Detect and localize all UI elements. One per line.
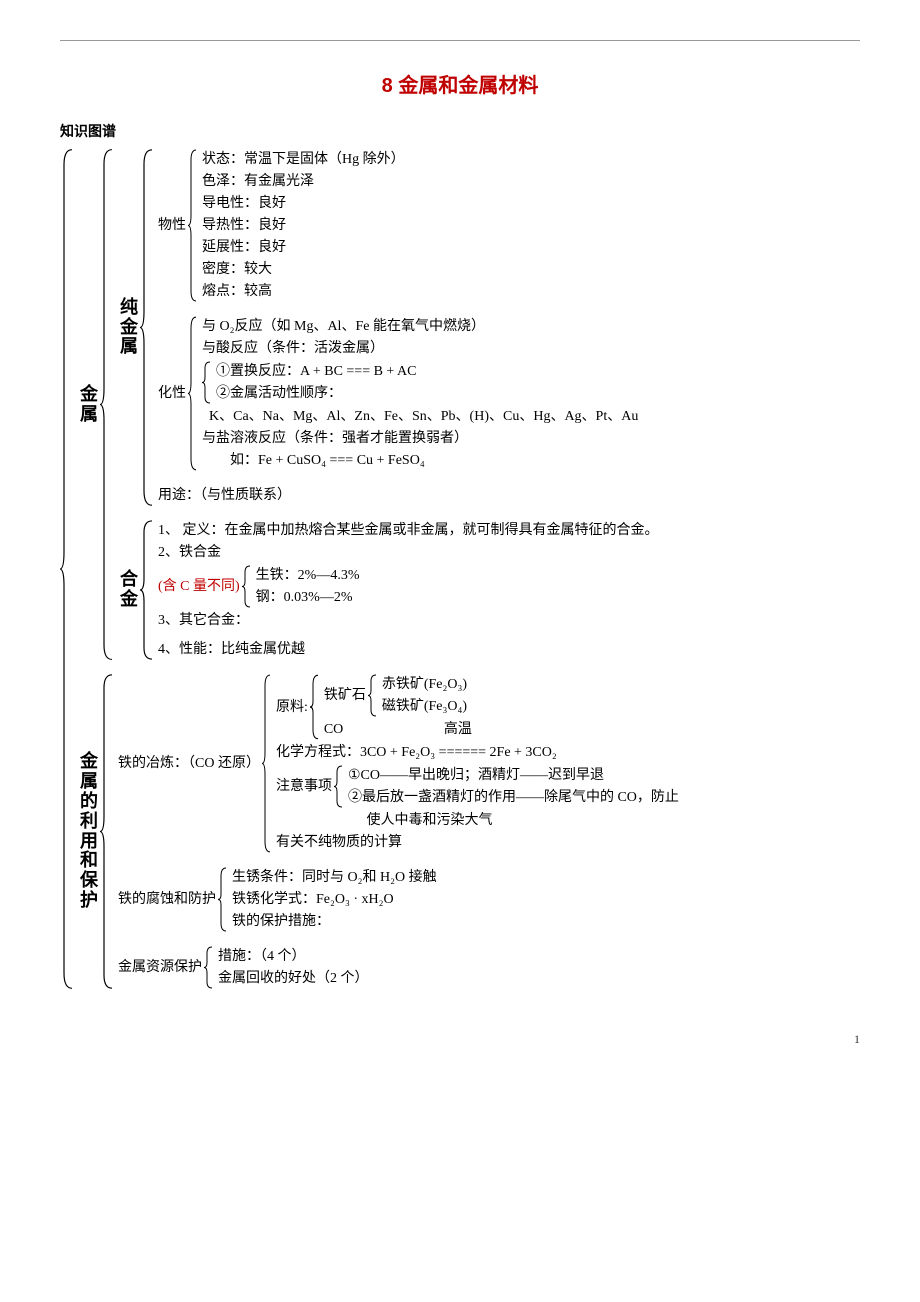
- resource-label: 金属资源保护: [118, 945, 204, 990]
- alloy-label: 合金: [118, 519, 140, 661]
- phys-brace: [188, 148, 198, 303]
- note1: ①CO——早出晚归；酒精灯——迟到早退: [348, 765, 860, 786]
- alloy-row: 合金 1、 定义：在金属中加热熔合某些金属或非金属，就可制得具有金属特征的合金。…: [118, 519, 860, 661]
- raw-row: 原料: 铁矿石: [276, 673, 860, 741]
- root-row: 金属 纯金属 物性: [60, 148, 860, 990]
- metal-label: 金属: [78, 148, 100, 661]
- alloy-iron-label: 2、铁合金: [158, 542, 860, 563]
- ore-label: 铁矿石: [324, 673, 368, 718]
- smelt-label: 铁的冶炼：（CO 还原）: [118, 673, 262, 854]
- chem-label: 化性: [158, 315, 188, 472]
- phys-item: 导电性：良好: [202, 193, 860, 214]
- alloy-steel: 钢：0.03%—2%: [256, 587, 860, 608]
- corrosion-label: 铁的腐蚀和防护: [118, 866, 218, 933]
- phys-item: 色泽：有金属光泽: [202, 171, 860, 192]
- pure-metal-label: 纯金属: [118, 148, 140, 507]
- ore1: 赤铁矿(Fe₂O₃): [382, 674, 860, 695]
- note-brace: [334, 764, 344, 809]
- pure-metal-row: 纯金属 物性 状态：常温下是固体（Hg 除外）: [118, 148, 860, 507]
- corr-formula: 铁锈化学式：Fe₂O₃ · xH₂O: [232, 889, 860, 910]
- res-recycle: 金属回收的好处（2 个）: [218, 968, 860, 989]
- chem-row: 化性 与 O₂反应（如 Mg、Al、Fe 能在氧气中燃烧） 与酸反应（条件：活泼…: [158, 315, 860, 472]
- pure-metal-brace: [140, 148, 154, 507]
- alloy-c-note: (含 C 量不同): [158, 564, 242, 609]
- raw-brace: [310, 673, 320, 741]
- phys-label: 物性: [158, 148, 188, 303]
- ore-row: 铁矿石 赤铁矿(Fe₂O₃) 磁铁矿(Fe₃O₄): [324, 673, 860, 718]
- root-brace: [60, 148, 74, 990]
- corrosion-brace: [218, 866, 228, 933]
- alloy-perf: 4、性能：比纯金属优越: [158, 639, 860, 660]
- section-label: 知识图谱: [60, 121, 860, 142]
- util-row: 金属的利用和保护 铁的冶炼：（CO 还原） 原料:: [78, 673, 860, 990]
- metal-row: 金属 纯金属 物性: [78, 148, 860, 661]
- smelt-calc: 有关不纯物质的计算: [276, 832, 860, 853]
- corr-cond: 生锈条件：同时与 O₂和 H₂O 接触: [232, 867, 860, 888]
- note-label: 注意事项: [276, 764, 334, 809]
- cond: 高温: [444, 719, 472, 740]
- chem-disp: ①置换反应：A + BC === B + AC: [216, 361, 860, 382]
- chem-act-list: K、Ca、Na、Mg、Al、Zn、Fe、Sn、Pb、(H)、Cu、Hg、Ag、P…: [202, 406, 860, 427]
- alloy-def: 1、 定义：在金属中加热熔合某些金属或非金属，就可制得具有金属特征的合金。: [158, 520, 860, 541]
- smelt-brace: [262, 673, 272, 854]
- resource-row: 金属资源保护 措施：（4 个） 金属回收的好处（2 个）: [118, 945, 860, 990]
- page-title: 8 金属和金属材料: [60, 71, 860, 101]
- chem-sub-row: ①置换反应：A + BC === B + AC ②金属活动性顺序：: [202, 360, 860, 405]
- chem-act: ②金属活动性顺序：: [216, 383, 860, 404]
- co-row: CO 高温: [324, 718, 860, 741]
- co: CO: [324, 719, 444, 740]
- raw-label: 原料:: [276, 673, 310, 741]
- top-rule: [60, 40, 860, 41]
- phys-item: 导热性：良好: [202, 215, 860, 236]
- util-brace: [100, 673, 114, 990]
- phys-row: 物性 状态：常温下是固体（Hg 除外） 色泽：有金属光泽 导电性：良好 导热性：…: [158, 148, 860, 303]
- note-row: 注意事项 ①CO——早出晚归；酒精灯——迟到早退 ②最后放一盏酒精灯的作用——除…: [276, 764, 860, 809]
- phys-item: 延展性：良好: [202, 237, 860, 258]
- chem-o2: 与 O₂反应（如 Mg、Al、Fe 能在氧气中燃烧）: [202, 316, 860, 337]
- phys-item: 熔点：较高: [202, 281, 860, 302]
- alloy-brace: [140, 519, 154, 661]
- ore-brace: [368, 673, 378, 718]
- corr-protect: 铁的保护措施：: [232, 911, 860, 932]
- chem-sub-brace: [202, 360, 212, 405]
- alloy-other: 3、其它合金：: [158, 610, 860, 631]
- smelt-row: 铁的冶炼：（CO 还原） 原料:: [118, 673, 860, 854]
- phys-item: 密度：较大: [202, 259, 860, 280]
- alloy-c-brace: [242, 564, 252, 609]
- metal-brace: [100, 148, 114, 661]
- chem-brace: [188, 315, 198, 472]
- smelt-eq: 化学方程式：3CO + Fe₂O₃ ====== 2Fe + 3CO₂: [276, 742, 860, 763]
- note2: ②最后放一盏酒精灯的作用——除尾气中的 CO，防止: [348, 787, 860, 808]
- res-measure: 措施：（4 个）: [218, 946, 860, 967]
- alloy-pig-iron: 生铁：2%—4.3%: [256, 565, 860, 586]
- chem-acid: 与酸反应（条件：活泼金属）: [202, 338, 860, 359]
- resource-brace: [204, 945, 214, 990]
- note2b: 使人中毒和污染大气: [276, 810, 860, 831]
- pure-metal-use: 用途：（与性质联系）: [158, 485, 860, 506]
- phys-item: 状态：常温下是固体（Hg 除外）: [202, 149, 860, 170]
- alloy-c-row: (含 C 量不同) 生铁：2%—4.3% 钢：0.03%—2%: [158, 564, 860, 609]
- page-number: 1: [60, 1030, 860, 1048]
- corrosion-row: 铁的腐蚀和防护 生锈条件：同时与 O₂和 H₂O 接触 铁锈化学式：Fe₂O₃ …: [118, 866, 860, 933]
- chem-salt-eg: 如：Fe + CuSO₄ === Cu + FeSO₄: [202, 450, 860, 471]
- chem-salt: 与盐溶液反应（条件：强者才能置换弱者）: [202, 428, 860, 449]
- ore2: 磁铁矿(Fe₃O₄): [382, 696, 860, 717]
- util-label: 金属的利用和保护: [78, 673, 100, 990]
